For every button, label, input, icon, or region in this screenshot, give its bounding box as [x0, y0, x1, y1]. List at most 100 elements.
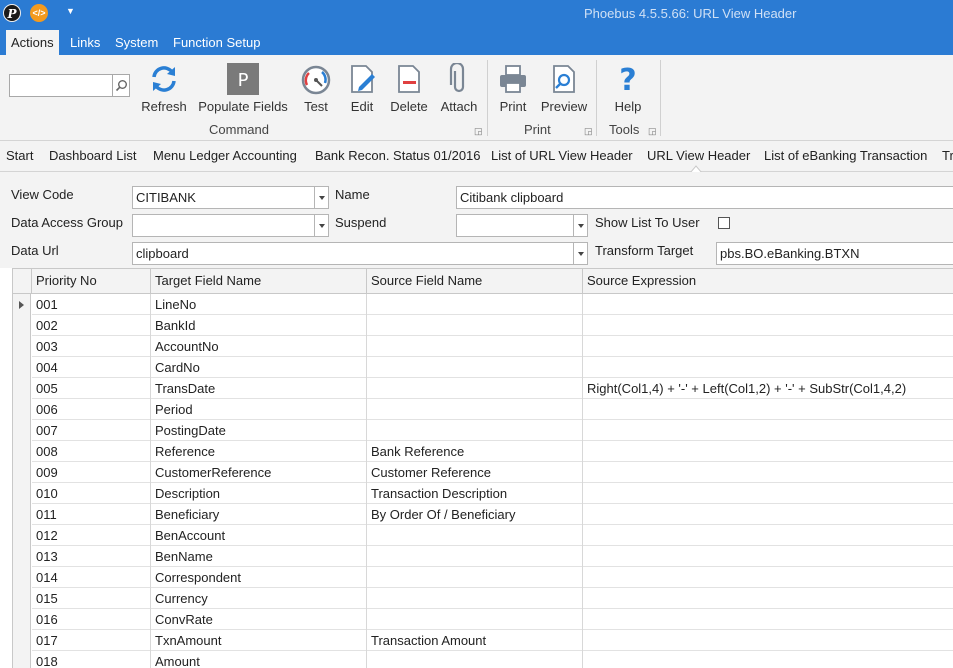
menu-links[interactable]: Links: [65, 30, 105, 55]
table-row[interactable]: 012 BenAccount: [32, 525, 953, 546]
menu-actions[interactable]: Actions: [6, 30, 59, 55]
source-expression-cell[interactable]: [583, 420, 953, 441]
column-header-source-field-name[interactable]: Source Field Name: [367, 269, 583, 294]
command-group-launcher-icon[interactable]: ◲: [474, 126, 483, 137]
target-field-name-cell[interactable]: Correspondent: [151, 567, 367, 588]
target-field-name-cell[interactable]: PostingDate: [151, 420, 367, 441]
table-row[interactable]: 013 BenName: [32, 546, 953, 567]
target-field-name-cell[interactable]: LineNo: [151, 294, 367, 315]
priority-no-cell[interactable]: 011: [32, 504, 151, 525]
target-field-name-cell[interactable]: Description: [151, 483, 367, 504]
source-field-name-cell[interactable]: Customer Reference: [367, 462, 583, 483]
code-icon[interactable]: </>: [30, 4, 48, 22]
table-row[interactable]: 017 TxnAmount Transaction Amount: [32, 630, 953, 651]
print-group-launcher-icon[interactable]: ◲: [584, 126, 593, 137]
source-expression-cell[interactable]: [583, 651, 953, 668]
table-row[interactable]: 007 PostingDate: [32, 420, 953, 441]
table-row[interactable]: 001 LineNo: [32, 294, 953, 315]
data-url-field[interactable]: clipboard: [132, 242, 574, 265]
target-field-name-cell[interactable]: Amount: [151, 651, 367, 668]
target-field-name-cell[interactable]: BenAccount: [151, 525, 367, 546]
source-expression-cell[interactable]: [583, 336, 953, 357]
target-field-name-cell[interactable]: BenName: [151, 546, 367, 567]
suspend-dropdown-button[interactable]: [573, 214, 588, 237]
source-expression-cell[interactable]: [583, 357, 953, 378]
priority-no-cell[interactable]: 014: [32, 567, 151, 588]
tools-group-launcher-icon[interactable]: ◲: [648, 126, 657, 137]
priority-no-cell[interactable]: 018: [32, 651, 151, 668]
tab-start[interactable]: Start: [6, 148, 33, 163]
source-field-name-cell[interactable]: [367, 336, 583, 357]
priority-no-cell[interactable]: 005: [32, 378, 151, 399]
source-field-name-cell[interactable]: [367, 294, 583, 315]
quick-access-dropdown-icon[interactable]: ▼: [66, 6, 75, 16]
search-input[interactable]: [9, 74, 113, 97]
priority-no-cell[interactable]: 006: [32, 399, 151, 420]
table-row[interactable]: 008 Reference Bank Reference: [32, 441, 953, 462]
table-row[interactable]: 010 Description Transaction Description: [32, 483, 953, 504]
target-field-name-cell[interactable]: BankId: [151, 315, 367, 336]
help-button[interactable]: ? Help: [610, 61, 646, 117]
tab-dashboard-list[interactable]: Dashboard List: [49, 148, 136, 163]
table-row[interactable]: 011 Beneficiary By Order Of / Beneficiary: [32, 504, 953, 525]
priority-no-cell[interactable]: 009: [32, 462, 151, 483]
source-expression-cell[interactable]: [583, 546, 953, 567]
source-field-name-cell[interactable]: [367, 651, 583, 668]
priority-no-cell[interactable]: 012: [32, 525, 151, 546]
priority-no-cell[interactable]: 007: [32, 420, 151, 441]
view-code-dropdown-button[interactable]: [314, 186, 329, 209]
attach-button[interactable]: Attach: [437, 61, 481, 117]
table-row[interactable]: 004 CardNo: [32, 357, 953, 378]
transform-target-field[interactable]: pbs.BO.eBanking.BTXN: [716, 242, 953, 265]
table-row[interactable]: 016 ConvRate: [32, 609, 953, 630]
source-field-name-cell[interactable]: Transaction Amount: [367, 630, 583, 651]
populate-fields-button[interactable]: P Populate Fields: [196, 61, 290, 117]
source-field-name-cell[interactable]: [367, 399, 583, 420]
table-row[interactable]: 005 TransDate Right(Col1,4) + '-' + Left(C…: [32, 378, 953, 399]
source-expression-cell[interactable]: [583, 588, 953, 609]
column-header-priority-no[interactable]: Priority No: [32, 269, 151, 294]
priority-no-cell[interactable]: 017: [32, 630, 151, 651]
source-field-name-cell[interactable]: [367, 378, 583, 399]
column-header-source-expression[interactable]: Source Expression: [583, 269, 953, 294]
source-expression-cell[interactable]: [583, 399, 953, 420]
target-field-name-cell[interactable]: Currency: [151, 588, 367, 609]
table-row[interactable]: 018 Amount: [32, 651, 953, 668]
source-expression-cell[interactable]: [583, 462, 953, 483]
tab-url-view-header[interactable]: URL View Header: [647, 148, 750, 163]
target-field-name-cell[interactable]: AccountNo: [151, 336, 367, 357]
source-field-name-cell[interactable]: Bank Reference: [367, 441, 583, 462]
source-expression-cell[interactable]: Right(Col1,4) + '-' + Left(Col1,2) + '-'…: [583, 378, 953, 399]
source-expression-cell[interactable]: [583, 630, 953, 651]
suspend-field[interactable]: [456, 214, 574, 237]
target-field-name-cell[interactable]: ConvRate: [151, 609, 367, 630]
source-expression-cell[interactable]: [583, 504, 953, 525]
source-expression-cell[interactable]: [583, 441, 953, 462]
priority-no-cell[interactable]: 001: [32, 294, 151, 315]
priority-no-cell[interactable]: 013: [32, 546, 151, 567]
source-expression-cell[interactable]: [583, 483, 953, 504]
source-field-name-cell[interactable]: [367, 525, 583, 546]
table-row[interactable]: 006 Period: [32, 399, 953, 420]
delete-button[interactable]: Delete: [388, 61, 430, 117]
target-field-name-cell[interactable]: TxnAmount: [151, 630, 367, 651]
table-row[interactable]: 002 BankId: [32, 315, 953, 336]
app-logo-icon[interactable]: P: [3, 4, 21, 22]
priority-no-cell[interactable]: 015: [32, 588, 151, 609]
column-header-target-field-name[interactable]: Target Field Name: [151, 269, 367, 294]
source-field-name-cell[interactable]: [367, 546, 583, 567]
data-access-group-field[interactable]: [132, 214, 315, 237]
source-expression-cell[interactable]: [583, 609, 953, 630]
target-field-name-cell[interactable]: Reference: [151, 441, 367, 462]
table-row[interactable]: 003 AccountNo: [32, 336, 953, 357]
tab-bank-recon-status[interactable]: Bank Recon. Status 01/2016: [315, 148, 481, 163]
source-field-name-cell[interactable]: Transaction Description: [367, 483, 583, 504]
target-field-name-cell[interactable]: CardNo: [151, 357, 367, 378]
priority-no-cell[interactable]: 004: [32, 357, 151, 378]
name-field[interactable]: Citibank clipboard: [456, 186, 953, 209]
priority-no-cell[interactable]: 002: [32, 315, 151, 336]
priority-no-cell[interactable]: 003: [32, 336, 151, 357]
source-field-name-cell[interactable]: [367, 357, 583, 378]
test-button[interactable]: Test: [297, 61, 335, 117]
source-expression-cell[interactable]: [583, 525, 953, 546]
